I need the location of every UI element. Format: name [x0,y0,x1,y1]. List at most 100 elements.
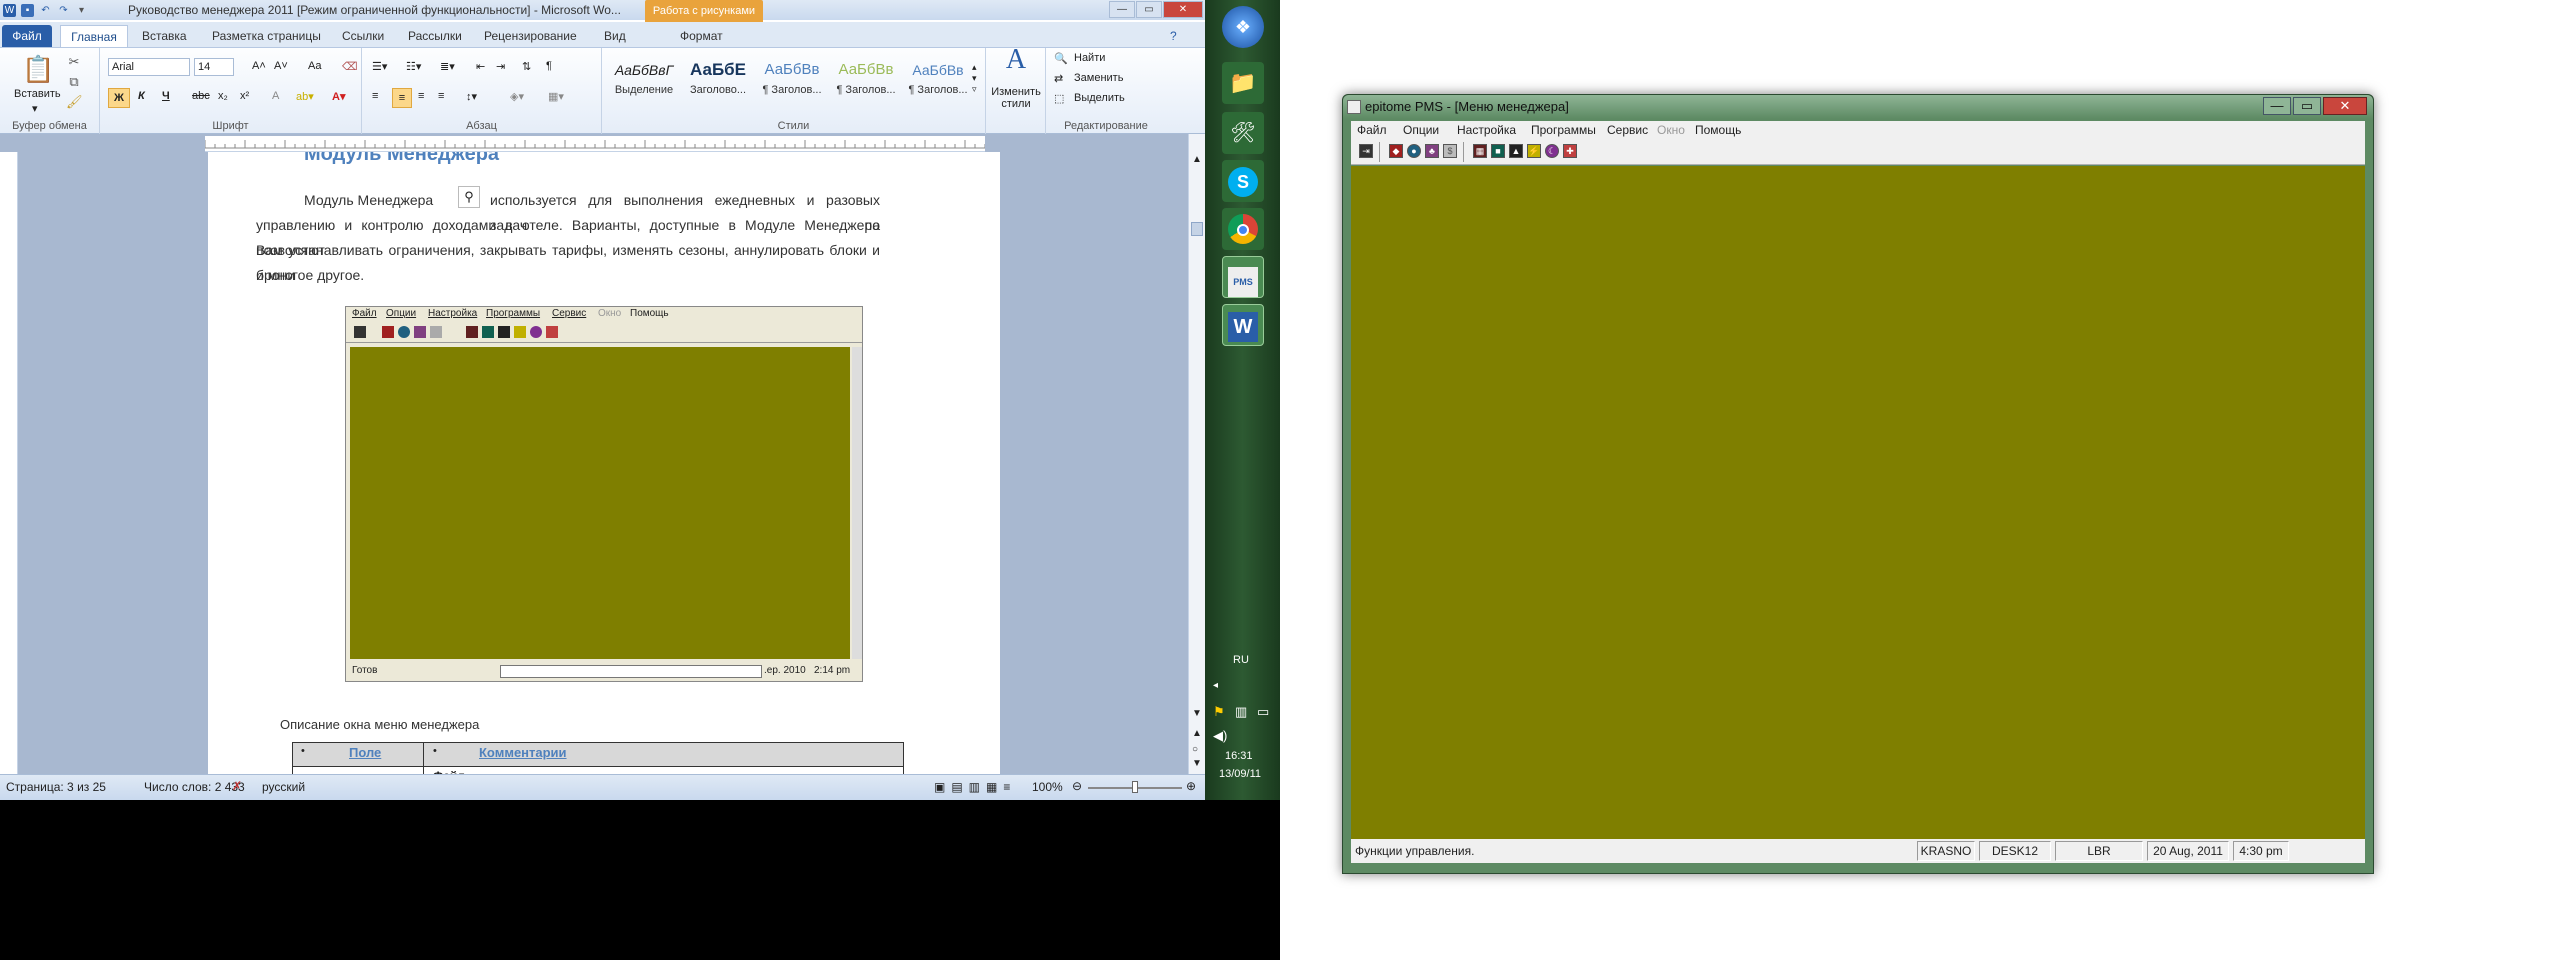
scroll-down-icon[interactable]: ▼ [1192,708,1202,719]
word-taskbar-icon[interactable]: W [1222,304,1264,346]
sort-icon[interactable]: ⇅ [522,60,531,73]
menu-programs[interactable]: Программы [1531,121,1596,139]
tab-format[interactable]: Формат [680,25,723,47]
epitome-client-area[interactable] [1351,166,2365,839]
word-app-icon[interactable]: W [3,3,16,17]
clear-formatting-icon[interactable]: ⌫ [342,60,358,73]
menu-service[interactable]: Сервис [1607,121,1648,139]
close-button[interactable]: ✕ [1163,1,1203,18]
moon-icon[interactable]: ☾ [1545,144,1559,158]
tray-volume-icon[interactable]: ◀) [1213,728,1227,744]
browse-object-icon[interactable]: ○ [1192,744,1198,755]
align-left-icon[interactable]: ≡ [372,90,378,102]
scroll-up-icon[interactable]: ▲ [1192,154,1202,165]
globe-icon[interactable]: ● [1407,144,1421,158]
tab-mailings[interactable]: Рассылки [408,25,462,47]
style-item-heading4[interactable]: АаБбВв ¶ Заголов... [902,56,974,106]
grid-icon[interactable]: ▦ [1473,144,1487,158]
tools-icon[interactable]: 🛠 [1222,112,1264,154]
epitome-app-icon[interactable] [1347,100,1361,114]
style-item-heading3[interactable]: АаБбВв ¶ Заголов... [830,56,902,106]
prev-page-icon[interactable]: ▲ [1192,728,1202,739]
zoom-out-icon[interactable]: ⊖ [1072,779,1082,793]
font-name-combo[interactable]: Arial [108,58,190,76]
clock-time[interactable]: 16:31 [1225,750,1253,762]
tray-display-icon[interactable]: ▭ [1257,704,1269,720]
justify-icon[interactable]: ≡ [438,90,444,102]
paste-button[interactable]: Вставить [14,88,61,100]
hat-icon[interactable]: ▲ [1509,144,1523,158]
vertical-ruler[interactable] [0,152,18,774]
multilevel-list-icon[interactable]: ≣▾ [440,60,455,73]
paste-icon[interactable]: 📋 [22,54,54,84]
shrink-font-button[interactable]: A˅ [274,60,288,72]
status-language[interactable]: русский [262,780,305,794]
change-styles-icon[interactable]: A [1002,46,1030,82]
menu-file[interactable]: Файл [1357,121,1387,139]
replace-icon[interactable]: ⇄ [1054,72,1063,85]
horizontal-ruler[interactable] [204,136,986,152]
font-color-icon[interactable]: A▾ [332,90,345,103]
epitome-minimize-button[interactable]: — [2263,97,2291,115]
bold-button[interactable]: Ж [108,88,130,108]
skype-icon[interactable]: S [1222,160,1264,202]
select-icon[interactable]: ⬚ [1054,92,1064,105]
explorer-icon[interactable]: 📁 [1222,62,1264,104]
vertical-scrollbar[interactable]: ▲ ▼ ▲ ○ ▼ [1188,134,1205,774]
line-spacing-icon[interactable]: ↕▾ [466,90,477,103]
change-styles-button[interactable]: Изменить стили [988,86,1044,110]
align-center-icon[interactable]: ≡ [392,88,412,108]
epitome-pms-icon[interactable]: PMS [1222,256,1264,298]
menu-help[interactable]: Помощь [1695,121,1741,139]
minimize-button[interactable]: — [1109,1,1135,18]
status-words[interactable]: Число слов: 2 433 [144,780,245,794]
language-indicator[interactable]: RU [1233,654,1249,666]
select-button[interactable]: Выделить [1074,92,1125,104]
embedded-screenshot[interactable]: Файл Опции Настройка Программы Сервис Ок… [345,306,863,682]
find-button[interactable]: Найти [1074,52,1105,64]
zoom-in-icon[interactable]: ⊕ [1186,779,1196,793]
block-icon[interactable]: ■ [1491,144,1505,158]
lightning-icon[interactable]: ⚡ [1527,144,1541,158]
show-marks-icon[interactable]: ¶ [546,60,552,72]
tab-insert[interactable]: Вставка [142,25,187,47]
style-item-emphasis[interactable]: АаБбВвГ Выделение [608,56,680,106]
next-page-icon[interactable]: ▼ [1192,758,1202,769]
save-icon[interactable]: ▪ [21,3,34,17]
undo-icon[interactable]: ↶ [39,4,52,17]
styles-scroll-icon[interactable]: ▴ ▾ ▿ [972,62,977,95]
format-painter-icon[interactable]: 🖌 [66,94,83,110]
underline-button[interactable]: Ч [162,90,170,102]
epitome-close-button[interactable]: ✕ [2323,97,2367,115]
exit-icon[interactable]: ⇥ [1359,144,1373,158]
start-button[interactable]: ❖ [1222,6,1264,48]
view-buttons-icon[interactable]: ▣▤▥▦≡ [934,780,1016,794]
status-zoom[interactable]: 100% [1032,780,1063,794]
tray-expand-icon[interactable]: ◂ [1213,680,1218,691]
redo-icon[interactable]: ↷ [57,4,70,17]
zoom-slider-thumb[interactable] [1132,781,1138,793]
tab-home[interactable]: Главная [60,25,128,47]
tray-network-icon[interactable]: ▥ [1235,704,1247,720]
tab-page-layout[interactable]: Разметка страницы [212,25,321,47]
menu-settings[interactable]: Настройка [1457,121,1516,139]
increase-indent-icon[interactable]: ⇥ [496,60,505,73]
text-effects-icon[interactable]: A [272,90,279,102]
menu-options[interactable]: Опции [1403,121,1439,139]
highlight-icon[interactable]: ab▾ [296,90,314,103]
style-item-heading1[interactable]: АаБбЕ Заголово... [682,56,754,106]
decrease-indent-icon[interactable]: ⇤ [476,60,485,73]
lifebuoy-icon[interactable]: ✚ [1563,144,1577,158]
grow-font-button[interactable]: A˄ [252,60,266,72]
replace-button[interactable]: Заменить [1074,72,1123,84]
strikethrough-button[interactable]: abc [192,90,210,102]
epitome-maximize-button[interactable]: ▭ [2293,97,2321,115]
dollar-icon[interactable]: $ [1443,144,1457,158]
tray-flag-icon[interactable]: ⚑ [1213,704,1225,720]
tab-view[interactable]: Вид [604,25,626,47]
paste-dropdown-icon[interactable]: ▾ [32,102,38,115]
borders-icon[interactable]: ▦▾ [548,90,564,103]
clock-date[interactable]: 13/09/11 [1219,768,1261,780]
shading-icon[interactable]: ◈▾ [510,90,524,103]
tab-file[interactable]: Файл [2,25,52,47]
